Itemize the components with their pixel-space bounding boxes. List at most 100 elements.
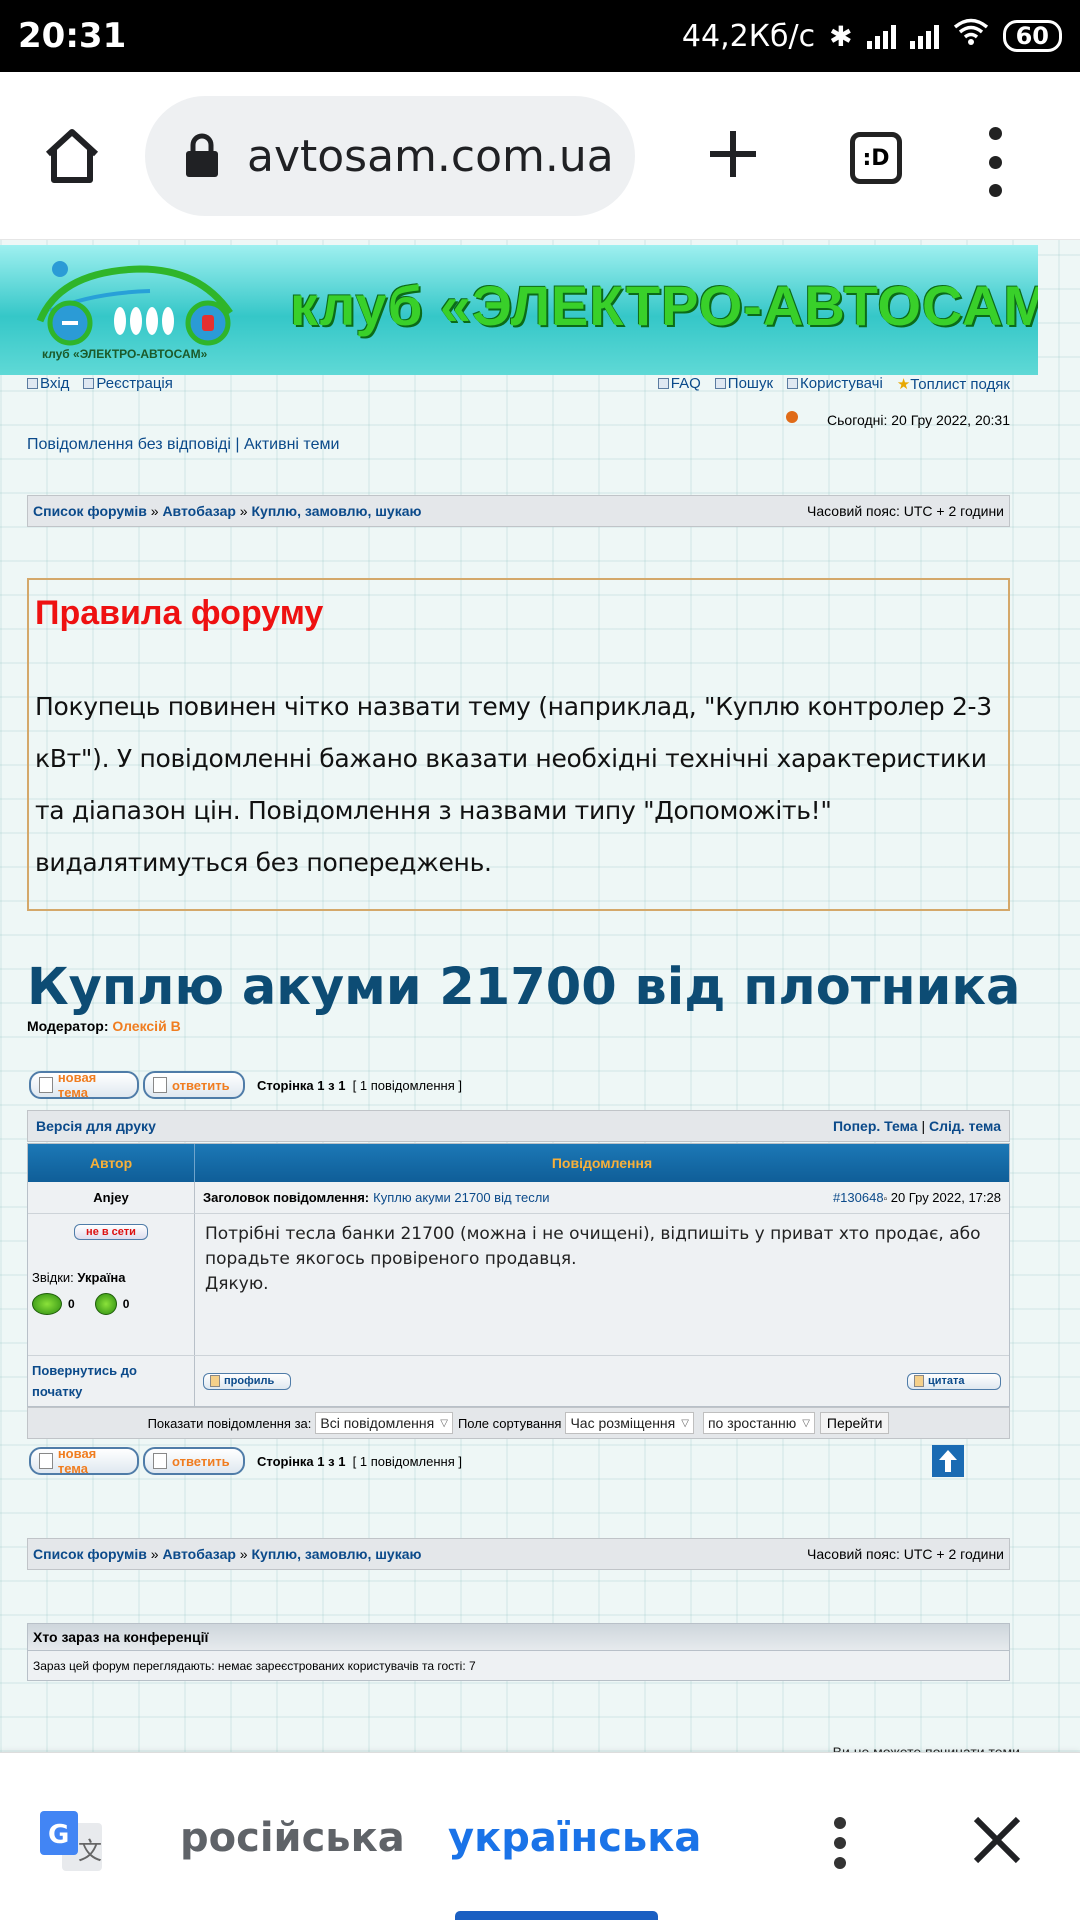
network-speed: 44,2Кб/с — [681, 18, 816, 54]
translate-menu-icon[interactable] — [833, 1817, 847, 1869]
pagination: Сторінка 1 з 1 [ 1 повідомлення ] — [257, 1453, 462, 1469]
star-icon: ★ — [896, 376, 911, 393]
target-language-tab[interactable]: українська — [448, 1815, 701, 1861]
rules-title: Правила форуму — [35, 594, 324, 632]
topic-actions-bottom: новая тема ответить Сторінка 1 з 1 [ 1 п… — [29, 1445, 1009, 1477]
top-nav: Вхід Реєстрація FAQ Пошук Користувачі ★Т… — [27, 375, 1010, 393]
print-version-link[interactable]: Версія для друку — [36, 1118, 156, 1134]
author-location: Звідки: Україна — [32, 1270, 126, 1285]
topic-title[interactable]: Куплю акуми 21700 від плотника — [27, 958, 1020, 1017]
moderator-link[interactable]: Олексій В — [112, 1018, 180, 1034]
offline-badge: не в сети — [74, 1224, 148, 1240]
selected-language-indicator — [455, 1911, 658, 1920]
site-banner[interactable]: клуб «ЭЛЕКТРО-АВТОСАМ» клуб «ЭЛЕКТРО-АВТ… — [0, 245, 1038, 375]
sort-order-select[interactable]: по зростанню ▽ — [702, 1412, 815, 1434]
browser-toolbar: avtosam.com.ua :D — [0, 72, 1080, 240]
breadcrumb: Список форумів » Автобазар » Куплю, замо… — [27, 495, 1010, 527]
bee-medal-icon — [32, 1293, 62, 1315]
signal-icon-2 — [909, 23, 939, 49]
post-header-row: Anjey Заголовок повідомлення: Куплю акум… — [28, 1182, 1009, 1214]
breadcrumb-subforum-link[interactable]: Куплю, замовлю, шукаю — [252, 1546, 422, 1562]
members-link[interactable]: Користувачі — [787, 375, 883, 393]
post-link-icon: ▫ — [883, 1194, 888, 1205]
prev-topic-link[interactable]: Попер. Тема — [833, 1118, 918, 1134]
scroll-to-top-icon[interactable] — [932, 1445, 964, 1477]
google-translate-icon[interactable]: 文G — [40, 1809, 104, 1873]
message-column-header: Повідомлення — [551, 1155, 653, 1171]
next-topic-link[interactable]: Слід. тема — [929, 1118, 1001, 1134]
forum-rules: Правила форуму Покупець повинен чітко на… — [27, 578, 1010, 911]
search-icon — [714, 378, 726, 389]
who-is-online-body: Зараз цей форум переглядають: немає заре… — [27, 1651, 1010, 1681]
timezone-label: Часовий пояс: UTC + 2 години — [807, 1546, 1004, 1562]
current-date: Сьогодні: 20 Гру 2022, 20:31 — [827, 412, 1010, 428]
svg-text:G: G — [48, 1820, 69, 1850]
breadcrumb-category-link[interactable]: Автобазар — [162, 1546, 235, 1562]
post-footer-row: Повернутись до початку профиль цитата — [28, 1356, 1009, 1406]
battery-icon: 60 — [1002, 20, 1062, 52]
reply-button[interactable]: ответить — [143, 1447, 245, 1475]
sort-field-select[interactable]: Час розміщення ▽ — [565, 1412, 694, 1434]
tab-switcher-button[interactable]: :D — [850, 132, 902, 184]
quote-icon — [914, 1375, 924, 1387]
rules-body: Покупець повинен чітко назвати тему (нап… — [35, 692, 992, 877]
status-bar: 20:31 44,2Кб/с ✱ 60 — [0, 0, 1080, 72]
smiley-medal-icon — [94, 1293, 117, 1315]
translate-bar: 文G російська українська — [0, 1752, 1080, 1920]
close-icon[interactable] — [970, 1813, 1024, 1867]
clock: 20:31 — [18, 16, 127, 56]
breadcrumb-subforum-link[interactable]: Куплю, замовлю, шукаю — [252, 503, 422, 519]
author-profile-panel: не в сети Звідки: Україна 0 0 — [28, 1214, 195, 1355]
post-body-row: не в сети Звідки: Україна 0 0 Потрібні т… — [28, 1214, 1009, 1356]
new-topic-button[interactable]: новая тема — [29, 1446, 139, 1476]
login-link[interactable]: Вхід — [27, 375, 69, 393]
banner-title: клуб «ЭЛЕКТРО-АВТОСАМ» — [290, 274, 1038, 337]
topic-nav-bar: Версія для друку Попер. Тема | Слід. тем… — [27, 1110, 1010, 1142]
faq-icon — [657, 378, 669, 389]
author-medals: 0 0 — [32, 1293, 190, 1315]
faq-link[interactable]: FAQ — [657, 375, 701, 393]
lock-icon — [183, 133, 221, 179]
post-content: Потрібні тесла банки 21700 (можна і не о… — [195, 1214, 1009, 1355]
search-link[interactable]: Пошук — [714, 375, 773, 393]
chevron-down-icon: ▽ — [802, 1417, 810, 1429]
document-icon — [153, 1077, 167, 1093]
topic-actions-top: новая тема ответить Сторінка 1 з 1 [ 1 п… — [29, 1070, 1009, 1100]
author-column-header: Автор — [28, 1144, 195, 1182]
web-page: клуб «ЭЛЕКТРО-АВТОСАМ» клуб «ЭЛЕКТРО-АВТ… — [0, 240, 1080, 1752]
quick-links[interactable]: Повідомлення без відповіді | Активні тем… — [27, 436, 339, 454]
browser-menu-icon[interactable] — [985, 127, 1005, 197]
display-filter-select[interactable]: Всі повідомлення ▽ — [315, 1412, 453, 1434]
register-icon — [83, 378, 95, 389]
reply-button[interactable]: ответить — [143, 1071, 245, 1099]
quote-button[interactable]: цитата — [907, 1372, 1001, 1390]
who-is-online-title: Хто зараз на конференції — [27, 1623, 1010, 1651]
register-link[interactable]: Реєстрація — [83, 375, 173, 393]
svg-text:文: 文 — [78, 1837, 102, 1865]
notification-icon[interactable] — [786, 411, 798, 423]
source-language-tab[interactable]: російська — [180, 1815, 405, 1861]
profile-button[interactable]: профиль — [203, 1372, 291, 1390]
chevron-down-icon: ▽ — [681, 1417, 689, 1429]
profile-icon — [210, 1375, 220, 1387]
breadcrumb-category-link[interactable]: Автобазар — [162, 503, 235, 519]
back-to-top-link[interactable]: Повернутись до початку — [28, 1356, 195, 1406]
new-topic-button[interactable]: новая тема — [29, 1070, 139, 1100]
permissions-text: Ви не можете починати теми — [832, 1744, 1020, 1752]
go-button[interactable]: Перейти — [819, 1412, 890, 1434]
post-table-header: Автор Повідомлення — [28, 1144, 1009, 1182]
document-icon — [39, 1077, 53, 1093]
bluetooth-icon: ✱ — [829, 19, 853, 53]
post-permalink[interactable]: #130648 — [833, 1190, 884, 1205]
wifi-icon — [953, 18, 989, 54]
document-icon — [39, 1453, 53, 1469]
new-tab-icon[interactable] — [706, 127, 760, 181]
chevron-down-icon: ▽ — [440, 1417, 448, 1429]
thanks-toplist-link[interactable]: ★Топлист подяк — [897, 375, 1010, 393]
breadcrumb-forums-link[interactable]: Список форумів — [33, 503, 147, 519]
breadcrumb-forums-link[interactable]: Список форумів — [33, 1546, 147, 1562]
address-bar[interactable]: avtosam.com.ua — [145, 96, 635, 216]
home-icon[interactable] — [40, 124, 104, 188]
sort-bar: Показати повідомлення за: Всі повідомлен… — [27, 1407, 1010, 1439]
post-subject-link[interactable]: Куплю акуми 21700 від тесли — [373, 1190, 549, 1205]
